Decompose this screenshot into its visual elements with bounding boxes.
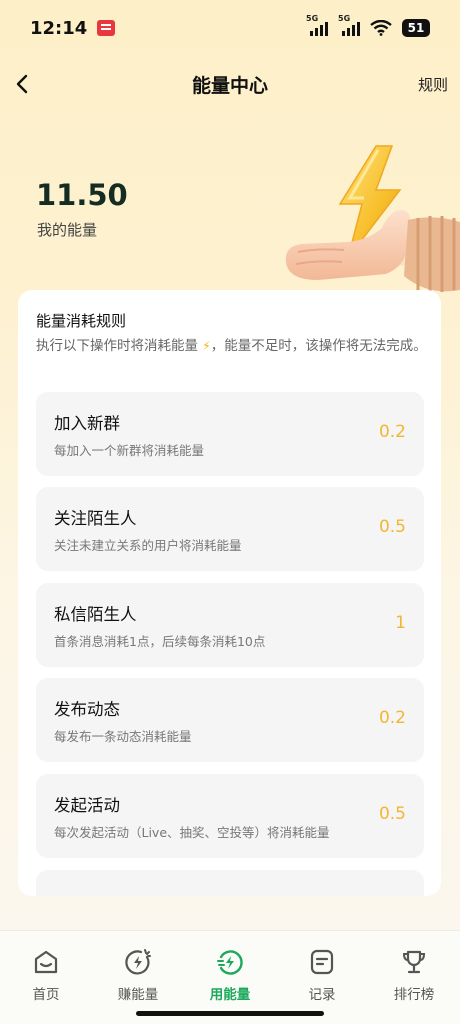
- lightning-icon: ⚡: [202, 339, 211, 353]
- home-icon: [34, 950, 58, 974]
- rule-description: 关注未建立关系的用户将消耗能量: [54, 538, 242, 553]
- tab-label: 排行榜: [393, 987, 435, 1003]
- rule-description: 首条消息消耗1点，后续每条消耗10点: [54, 634, 266, 649]
- energy-balance-label: 我的能量: [37, 221, 98, 239]
- tab-label: 记录: [308, 987, 336, 1003]
- record-icon: [310, 949, 334, 975]
- rule-name: 加入新群: [54, 414, 120, 433]
- rule-name: 私信陌生人: [54, 605, 137, 624]
- tab-home[interactable]: 首页: [0, 931, 92, 1024]
- rule-item-partial[interactable]: [36, 870, 424, 896]
- battery-indicator: 51: [402, 19, 430, 37]
- wifi-icon: [370, 20, 392, 36]
- network-type-label: 5G: [338, 14, 351, 23]
- nav-bar: 能量中心 规则: [0, 60, 460, 108]
- rule-description: 每次发起活动（Live、抽奖、空投等）将消耗能量: [54, 825, 330, 840]
- rule-item[interactable]: 私信陌生人 首条消息消耗1点，后续每条消耗10点 1: [36, 583, 424, 667]
- rule-item[interactable]: 加入新群 每加入一个新群将消耗能量 0.2: [36, 392, 424, 476]
- rule-cost: 0.5: [378, 804, 406, 824]
- cellular-signal-icon: 5G: [338, 14, 360, 36]
- tab-label: 赚能量: [117, 987, 159, 1003]
- rule-name: 发布动态: [54, 700, 120, 719]
- rule-cost: 0.5: [378, 517, 406, 537]
- app-notification-icon: [97, 20, 116, 36]
- bottom-tab-bar: 首页 赚能量 用能量 记录 排行榜: [0, 930, 460, 1024]
- description-text: ，能量不足时，该操作将无法完成。: [210, 338, 427, 354]
- description-text: 执行以下操作时将消耗能量: [36, 338, 203, 354]
- status-indicators: 5G 5G 51: [306, 14, 430, 37]
- chevron-left-icon: [16, 74, 28, 94]
- rule-name: 关注陌生人: [54, 509, 137, 528]
- status-time: 12:14: [30, 17, 88, 39]
- status-bar: 12:14 5G 5G 51: [0, 0, 460, 56]
- card-title: 能量消耗规则: [36, 312, 127, 330]
- rule-item[interactable]: 发起活动 每次发起活动（Live、抽奖、空投等）将消耗能量 0.5: [36, 774, 424, 858]
- energy-balance: 11.50: [36, 178, 128, 212]
- network-type-label: 5G: [306, 14, 319, 23]
- trophy-icon: [402, 950, 426, 974]
- rule-description: 每加入一个新群将消耗能量: [54, 443, 205, 458]
- rule-item[interactable]: 发布动态 每发布一条动态消耗能量 0.2: [36, 678, 424, 762]
- rule-name: 发起活动: [54, 796, 120, 815]
- tab-label: 用能量: [209, 987, 251, 1003]
- earn-energy-icon: [125, 949, 151, 975]
- rule-cost: 1: [395, 613, 406, 633]
- rule-cost: 0.2: [378, 708, 406, 728]
- cellular-signal-icon: 5G: [306, 14, 328, 36]
- page-title: 能量中心: [191, 74, 268, 97]
- energy-rules-card: 能量消耗规则 执行以下操作时将消耗能量 ⚡，能量不足时，该操作将无法完成。 加入…: [18, 290, 441, 896]
- use-energy-icon: [217, 950, 243, 975]
- tab-label: 首页: [32, 987, 60, 1003]
- tab-leaderboard[interactable]: 排行榜: [368, 931, 460, 1024]
- home-indicator[interactable]: [136, 1011, 324, 1016]
- card-description: 执行以下操作时将消耗能量 ⚡，能量不足时，该操作将无法完成。: [36, 336, 436, 357]
- rule-item[interactable]: 关注陌生人 关注未建立关系的用户将消耗能量 0.5: [36, 487, 424, 571]
- rule-cost: 0.2: [378, 422, 406, 442]
- rules-link[interactable]: 规则: [418, 74, 448, 95]
- hand-lightning-illustration: [285, 145, 460, 292]
- back-button[interactable]: [6, 68, 38, 100]
- rule-description: 每发布一条动态消耗能量: [54, 729, 192, 744]
